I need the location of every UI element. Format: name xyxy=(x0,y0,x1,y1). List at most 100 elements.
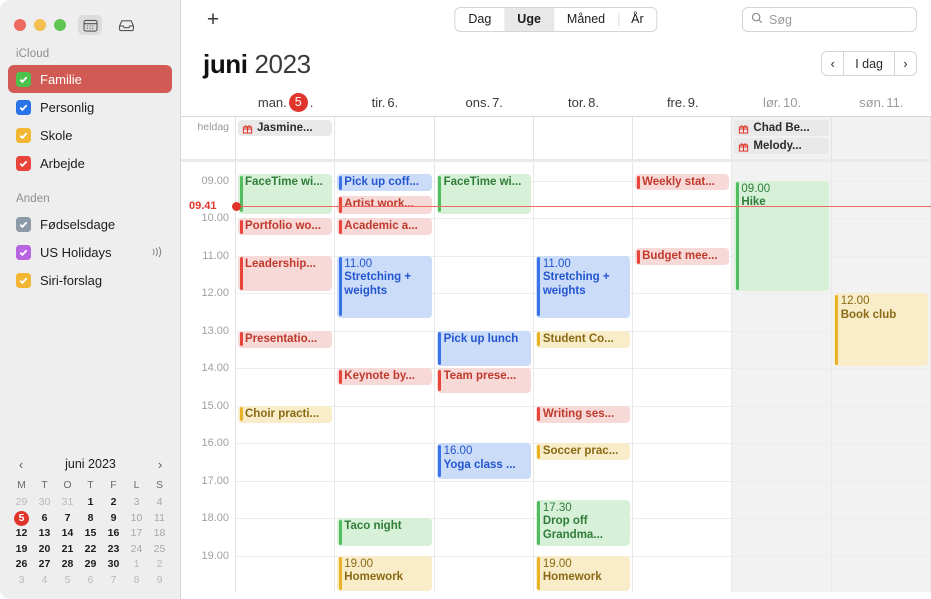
all-day-column-5[interactable]: Chad Be... Melody... xyxy=(732,117,832,159)
calendar-event[interactable]: Taco night xyxy=(337,518,432,547)
minimize-button[interactable] xyxy=(34,19,46,31)
calendar-event[interactable]: Pick up lunch xyxy=(436,330,531,367)
mini-calendar-day[interactable]: 24 xyxy=(125,542,148,558)
mini-calendar-day[interactable]: 11 xyxy=(148,511,171,527)
mini-calendar-day[interactable]: 1 xyxy=(125,557,148,573)
mini-calendar-day[interactable]: 3 xyxy=(125,495,148,511)
calendar-event[interactable]: Leadership... xyxy=(238,255,333,292)
inbox-button[interactable] xyxy=(114,15,138,35)
mini-calendar-day[interactable]: 12 xyxy=(10,526,33,542)
mini-calendar-day[interactable]: 8 xyxy=(79,511,102,527)
checkbox-us-holidays[interactable] xyxy=(16,244,31,260)
checkbox-personlig[interactable] xyxy=(16,99,31,115)
mini-calendar-day[interactable]: 29 xyxy=(79,557,102,573)
calendar-event[interactable]: Writing ses... xyxy=(535,405,631,423)
mini-calendar-day[interactable]: 7 xyxy=(102,573,125,589)
all-day-column-4[interactable] xyxy=(633,117,733,159)
all-day-column-3[interactable] xyxy=(534,117,634,159)
calendar-event[interactable]: Artist work... xyxy=(337,195,432,215)
calendar-event[interactable]: Budget mee... xyxy=(635,248,730,265)
day-column-1[interactable]: Pick up coff... Artist work... Academic a.… xyxy=(335,162,435,592)
all-day-event[interactable]: Chad Be... xyxy=(734,120,829,136)
sidebar-item-fodselsdage[interactable]: Fødselsdage xyxy=(8,210,172,238)
checkbox-skole[interactable] xyxy=(16,127,31,143)
day-header-4[interactable]: fre. 9. xyxy=(633,88,732,116)
calendar-event[interactable]: 19.00 Homework xyxy=(337,555,432,592)
calendar-event[interactable]: Student Co... xyxy=(535,330,631,348)
mini-calendar-day[interactable]: 22 xyxy=(79,542,102,558)
day-column-3[interactable]: 11.00 Stretching + weights Student Co... Wr… xyxy=(533,162,634,592)
calendar-event[interactable]: 19.00 Homework xyxy=(535,555,631,592)
mini-calendar-day[interactable]: 5 xyxy=(56,573,79,589)
checkbox-fodselsdage[interactable] xyxy=(16,216,31,232)
calendar-event[interactable]: Presentatio... xyxy=(238,330,333,348)
view-tab-uge[interactable]: Uge xyxy=(504,8,554,31)
sidebar-item-arbejde[interactable]: Arbejde xyxy=(8,149,172,177)
calendar-event[interactable]: Academic a... xyxy=(337,218,432,235)
add-event-button[interactable]: + xyxy=(203,8,223,32)
day-column-6[interactable]: 12.00 Book club xyxy=(831,162,931,592)
day-header-1[interactable]: tir. 6. xyxy=(335,88,434,116)
view-tab-dag[interactable]: Dag xyxy=(455,8,504,31)
sidebar-item-personlig[interactable]: Personlig xyxy=(8,93,172,121)
calendar-event[interactable]: Keynote by... xyxy=(337,368,432,385)
mini-calendar-day[interactable]: 10 xyxy=(125,511,148,527)
day-column-4[interactable]: Weekly stat... Budget mee... xyxy=(633,162,733,592)
mini-calendar-day[interactable]: 8 xyxy=(125,573,148,589)
sidebar-item-us-holidays[interactable]: US Holidays xyxy=(8,238,172,266)
mini-calendar-day[interactable]: 3 xyxy=(10,573,33,589)
all-day-column-6[interactable] xyxy=(831,117,931,159)
all-day-event[interactable]: Melody... xyxy=(734,138,829,154)
calendar-event[interactable]: Portfolio wo... xyxy=(238,218,333,235)
mini-calendar-prev-button[interactable]: ‹ xyxy=(14,457,28,472)
calendar-event[interactable]: 11.00 Stretching + weights xyxy=(535,255,631,318)
checkbox-siri-forslag[interactable] xyxy=(16,272,31,288)
day-header-2[interactable]: ons. 7. xyxy=(435,88,534,116)
mini-calendar-day[interactable]: 25 xyxy=(148,542,171,558)
day-header-5[interactable]: lør. 10. xyxy=(732,88,831,116)
all-day-column-1[interactable] xyxy=(335,117,435,159)
day-column-2[interactable]: FaceTime wi... Pick up lunch Team prese...… xyxy=(434,162,534,592)
view-tab-år[interactable]: År xyxy=(618,8,656,31)
day-header-3[interactable]: tor. 8. xyxy=(534,88,633,116)
mini-calendar-day[interactable]: 30 xyxy=(33,495,56,511)
mini-calendar-day[interactable]: 5 xyxy=(10,510,33,527)
mini-calendar-day[interactable]: 4 xyxy=(148,495,171,511)
calendar-event[interactable]: 17.30 Drop off Grandma... xyxy=(535,499,631,547)
mini-calendar-day[interactable]: 9 xyxy=(148,573,171,589)
calendar-event[interactable]: FaceTime wi... xyxy=(436,174,531,214)
mini-calendar-day[interactable]: 17 xyxy=(125,526,148,542)
mini-calendar-day[interactable]: 16 xyxy=(102,526,125,542)
calendar-event[interactable]: Pick up coff... xyxy=(337,174,432,192)
sidebar-item-skole[interactable]: Skole xyxy=(8,121,172,149)
calendar-event[interactable]: 09.00 Hike xyxy=(734,180,829,292)
all-day-event[interactable]: Jasmine... xyxy=(238,120,333,136)
mini-calendar-day[interactable]: 14 xyxy=(56,526,79,542)
search-field[interactable]: Søg xyxy=(742,7,917,32)
mini-calendar-day[interactable]: 23 xyxy=(102,542,125,558)
mini-calendar-day[interactable]: 6 xyxy=(33,511,56,527)
mini-calendar-day[interactable]: 21 xyxy=(56,542,79,558)
checkbox-arbejde[interactable] xyxy=(16,155,31,171)
all-day-column-0[interactable]: Jasmine... xyxy=(236,117,336,159)
close-button[interactable] xyxy=(14,19,26,31)
calendar-event[interactable]: 11.00 Stretching + weights xyxy=(337,255,432,318)
checkbox-familie[interactable] xyxy=(16,71,31,87)
mini-calendar-day[interactable]: 2 xyxy=(102,495,125,511)
calendar-event[interactable]: Team prese... xyxy=(436,368,531,393)
calendar-event[interactable]: FaceTime wi... xyxy=(238,174,333,214)
mini-calendar-day[interactable]: 28 xyxy=(56,557,79,573)
calendar-event[interactable]: 12.00 Book club xyxy=(833,293,928,367)
next-week-button[interactable]: › xyxy=(894,51,917,76)
mini-calendar-day[interactable]: 4 xyxy=(33,573,56,589)
mini-calendar-day[interactable]: 9 xyxy=(102,511,125,527)
prev-week-button[interactable]: ‹ xyxy=(821,51,845,76)
mini-calendar-day[interactable]: 26 xyxy=(10,557,33,573)
calendar-event[interactable]: Weekly stat... xyxy=(635,174,730,190)
zoom-button[interactable] xyxy=(54,19,66,31)
calendar-event[interactable]: 16.00 Yoga class ... xyxy=(436,443,531,479)
calendar-event[interactable]: Soccer prac... xyxy=(535,443,631,460)
view-tab-måned[interactable]: Måned xyxy=(554,8,618,31)
day-header-0[interactable]: man. 5. xyxy=(236,88,335,116)
mini-calendar-day[interactable]: 27 xyxy=(33,557,56,573)
